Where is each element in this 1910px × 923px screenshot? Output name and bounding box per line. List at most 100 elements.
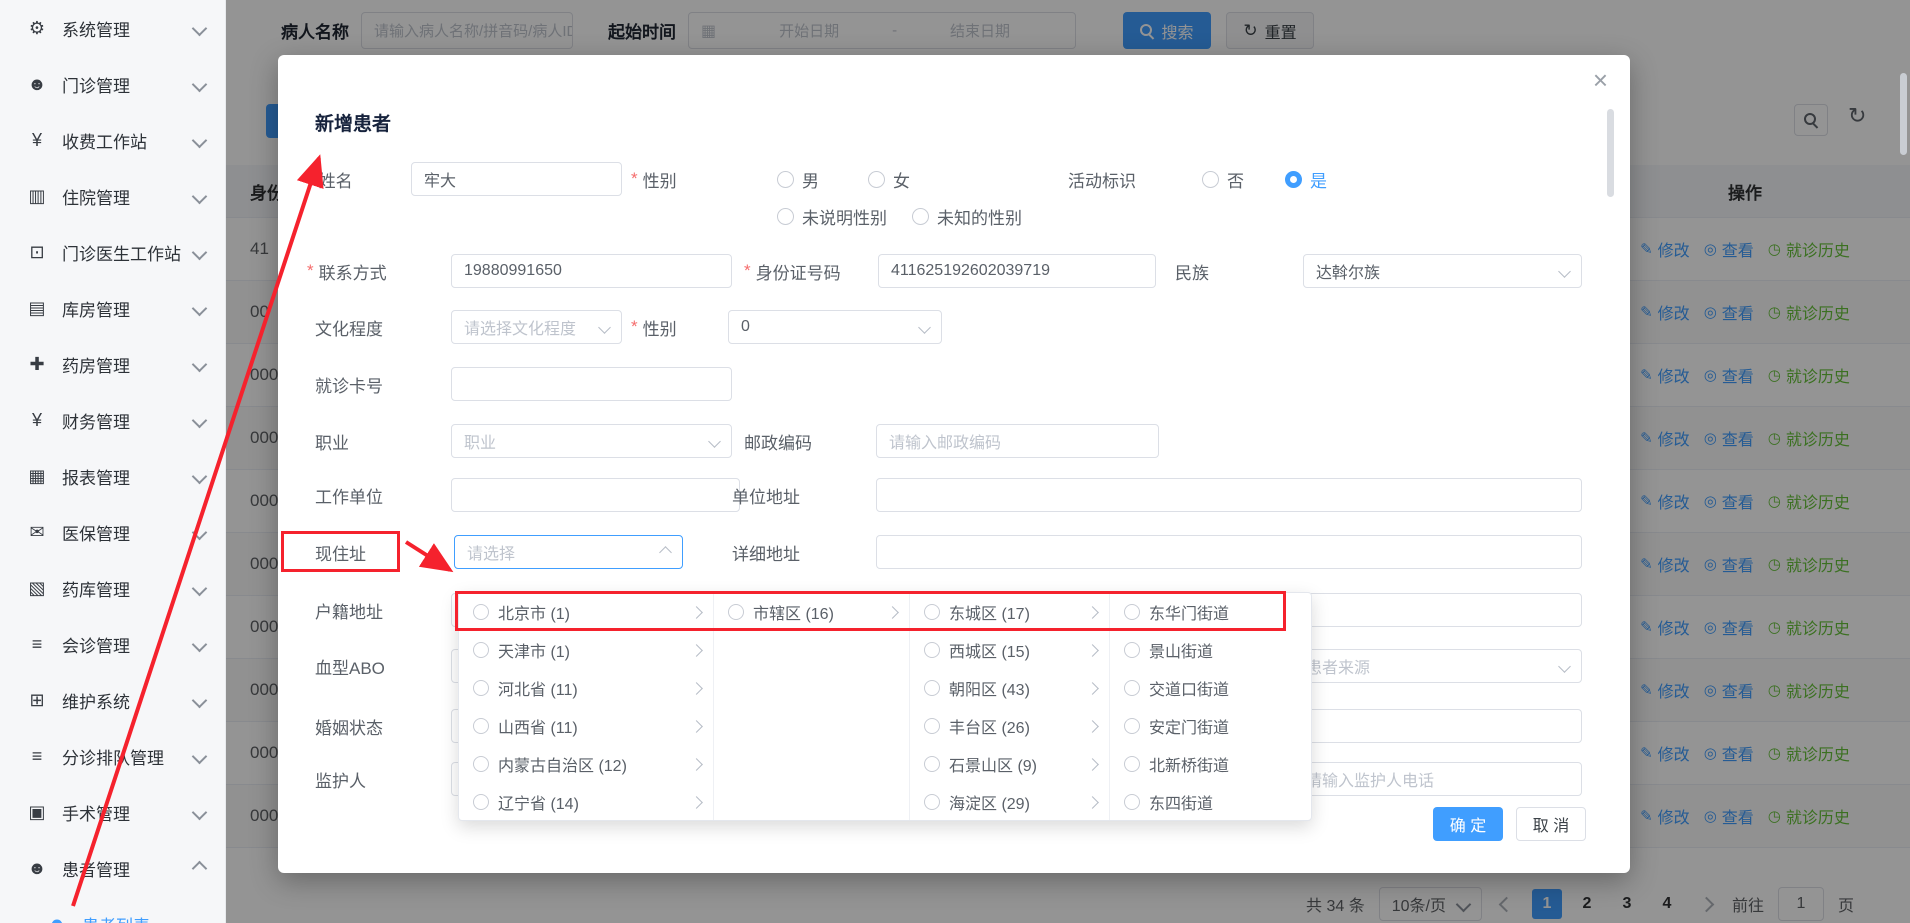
radio-icon[interactable] <box>473 718 489 734</box>
occupation-select[interactable]: 职业 <box>451 424 732 458</box>
education-select[interactable]: 请选择文化程度 <box>451 310 622 344</box>
cascader-option[interactable]: 东华门街道 <box>1110 593 1311 631</box>
cascader-option[interactable]: 山西省 (11) <box>459 707 713 745</box>
radio-icon[interactable] <box>924 680 940 696</box>
cascader-option[interactable]: 北新桥街道 <box>1110 745 1311 783</box>
cascader-option[interactable]: 交道口街道 <box>1110 669 1311 707</box>
contact-input[interactable]: 19880991650 <box>451 254 732 288</box>
cascader-option[interactable]: 石景山区 (9) <box>910 745 1109 783</box>
radio-icon[interactable] <box>777 208 794 225</box>
cascader-option[interactable]: 市辖区 (16) <box>714 593 909 631</box>
sidebar-item-surgery[interactable]: ▣手术管理 <box>0 784 225 840</box>
radio-icon[interactable] <box>924 604 940 620</box>
id-number-input[interactable]: 411625192602039719 <box>878 254 1156 288</box>
sidebar-item-outpatient[interactable]: ☻门诊管理 <box>0 56 225 112</box>
chevron-right-icon <box>690 720 703 733</box>
dialog-title: 新增患者 <box>315 109 391 136</box>
sidebar-item-inpatient[interactable]: ▥住院管理 <box>0 168 225 224</box>
radio-checked-icon[interactable] <box>1285 171 1302 188</box>
radio-icon[interactable] <box>473 604 489 620</box>
sidebar-item-triage-queue[interactable]: ≡分诊排队管理 <box>0 728 225 784</box>
sidebar-item-insurance[interactable]: ✉医保管理 <box>0 504 225 560</box>
sidebar-item-report[interactable]: ▦报表管理 <box>0 448 225 504</box>
current-address-select[interactable]: 请选择 <box>454 535 683 569</box>
sidebar-item-pharmacy[interactable]: ✚药房管理 <box>0 336 225 392</box>
sidebar-item-patient-list[interactable]: ☻ 患者列表 <box>0 896 225 923</box>
radio-icon[interactable] <box>1124 604 1140 620</box>
confirm-button[interactable]: 确 定 <box>1433 807 1503 841</box>
radio-icon[interactable] <box>912 208 929 225</box>
radio-icon[interactable] <box>924 756 940 772</box>
radio-icon[interactable] <box>777 171 794 188</box>
guardian-phone-input[interactable]: 请输入监护人电话 <box>1293 762 1582 796</box>
sidebar-item-patient[interactable]: ☻患者管理 <box>0 840 225 896</box>
sidebar-item-doctor-station[interactable]: ⊡门诊医生工作站 <box>0 224 225 280</box>
cascader-option[interactable]: 西城区 (15) <box>910 631 1109 669</box>
unit-address-input[interactable] <box>876 478 1582 512</box>
radio-yes[interactable]: 是 <box>1285 162 1327 196</box>
sidebar-item-label: 库房管理 <box>62 296 194 321</box>
page-scrollbar[interactable] <box>1900 73 1907 155</box>
radio-icon[interactable] <box>1202 171 1219 188</box>
modal-scrollbar[interactable] <box>1607 109 1614 197</box>
radio-icon[interactable] <box>868 171 885 188</box>
sidebar-item-warehouse[interactable]: ▤库房管理 <box>0 280 225 336</box>
cascader-option[interactable]: 东城区 (17) <box>910 593 1109 631</box>
sidebar-item-maintenance[interactable]: ⊞维护系统 <box>0 672 225 728</box>
unit-address-label: 单位地址 <box>732 478 800 512</box>
sidebar-item-charging-station[interactable]: ¥收费工作站 <box>0 112 225 168</box>
radio-icon[interactable] <box>473 794 489 810</box>
radio-male[interactable]: 男 <box>777 162 819 196</box>
cascader-option[interactable]: 辽宁省 (14) <box>459 783 713 820</box>
radio-icon[interactable] <box>728 604 744 620</box>
ethnicity-select[interactable]: 达斡尔族 <box>1303 254 1582 288</box>
cascader-option[interactable]: 丰台区 (26) <box>910 707 1109 745</box>
cancel-button[interactable]: 取 消 <box>1516 807 1586 841</box>
chevron-right-icon <box>886 606 899 619</box>
cascader-option[interactable]: 天津市 (1) <box>459 631 713 669</box>
sidebar-item-consultation[interactable]: ≡会诊管理 <box>0 616 225 672</box>
patient-source-select[interactable]: 患者来源 <box>1293 649 1582 683</box>
work-unit-input[interactable] <box>451 478 740 512</box>
envelope-icon: ✉ <box>24 522 50 543</box>
radio-icon[interactable] <box>1124 680 1140 696</box>
radio-icon[interactable] <box>1124 718 1140 734</box>
cascader-option[interactable]: 东四街道 <box>1110 783 1311 820</box>
radio-unknown-gender[interactable]: 未知的性别 <box>912 199 1022 233</box>
household-detail-input[interactable] <box>1293 593 1582 627</box>
sidebar-item-finance[interactable]: ¥财务管理 <box>0 392 225 448</box>
cascader-option[interactable]: 内蒙古自治区 (12) <box>459 745 713 783</box>
radio-icon[interactable] <box>1124 642 1140 658</box>
cascader-option-label: 东四街道 <box>1149 790 1213 814</box>
cascader-option[interactable]: 河北省 (11) <box>459 669 713 707</box>
radio-icon[interactable] <box>473 642 489 658</box>
radio-icon[interactable] <box>924 642 940 658</box>
name-input[interactable]: 牢大 <box>411 162 622 196</box>
radio-female[interactable]: 女 <box>868 162 910 196</box>
gender-select[interactable]: 0 <box>728 310 942 344</box>
chevron-down-icon <box>918 321 931 334</box>
visit-card-input[interactable] <box>451 367 732 401</box>
sidebar-item-system[interactable]: ⚙系统管理 <box>0 0 225 56</box>
sidebar-item-label: 门诊管理 <box>62 72 194 97</box>
radio-icon[interactable] <box>924 794 940 810</box>
cascader-option[interactable]: 北京市 (1) <box>459 593 713 631</box>
radio-icon[interactable] <box>1124 756 1140 772</box>
postal-code-input[interactable]: 请输入邮政编码 <box>876 424 1159 458</box>
cascader-option[interactable]: 景山街道 <box>1110 631 1311 669</box>
radio-icon[interactable] <box>473 756 489 772</box>
cascader-option[interactable]: 朝阳区 (43) <box>910 669 1109 707</box>
close-icon[interactable]: × <box>1593 67 1608 93</box>
cascader-option[interactable]: 安定门街道 <box>1110 707 1311 745</box>
marital-extra-input[interactable] <box>1293 709 1582 743</box>
radio-icon[interactable] <box>1124 794 1140 810</box>
detail-address-label: 详细地址 <box>732 535 800 569</box>
cascader-option[interactable]: 海淀区 (29) <box>910 783 1109 820</box>
yen-icon: ¥ <box>24 410 50 431</box>
radio-icon[interactable] <box>473 680 489 696</box>
radio-no[interactable]: 否 <box>1202 162 1244 196</box>
sidebar-item-drug-store[interactable]: ▧药库管理 <box>0 560 225 616</box>
detail-address-input[interactable] <box>876 535 1582 569</box>
radio-icon[interactable] <box>924 718 940 734</box>
radio-unexplained-gender[interactable]: 未说明性别 <box>777 199 887 233</box>
